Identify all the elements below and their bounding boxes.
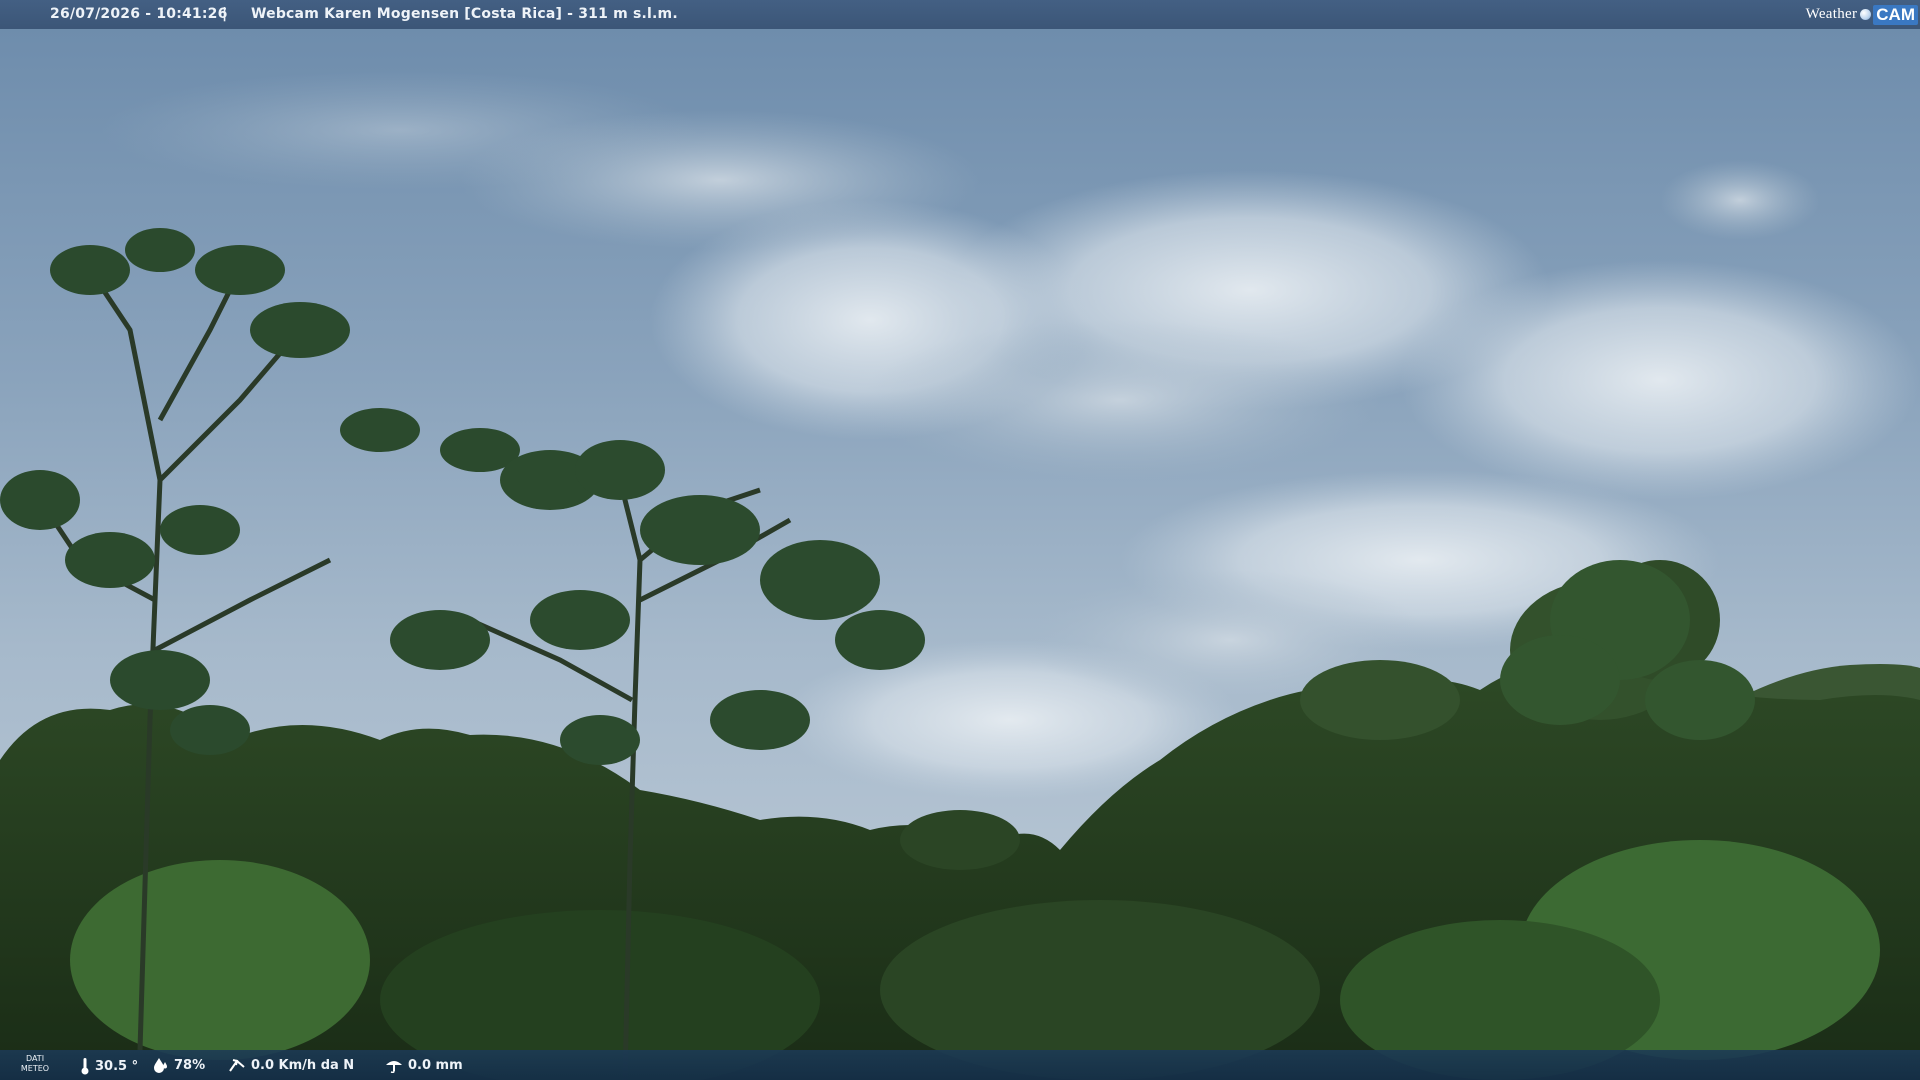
logo-word: Weather [1805,6,1858,22]
weathercam-logo[interactable]: Weather CAM [1806,2,1918,27]
webcam-image [0,0,1920,1080]
humidity-readout: 78% [153,1057,205,1073]
logo-globe-icon [1860,9,1872,20]
humidity-value: 78% [174,1057,206,1073]
rain-value: 0.0 mm [408,1057,463,1073]
timestamp: 26/07/2026 - 10:41:26 [50,6,228,22]
meteo-label: DATI METEO [20,1054,50,1073]
thermometer-icon [81,1058,89,1075]
camera-title: Webcam Karen Mogensen [Costa Rica] - 311… [251,6,678,22]
temperature-value: 30.5 ° [95,1058,139,1074]
header-separator: | [222,6,228,22]
header-bar: 26/07/2026 - 10:41:26 | Webcam Karen Mog… [0,0,1920,29]
logo-suffix: CAM [1873,4,1918,25]
rain-readout: 0.0 mm [385,1057,463,1073]
wind-readout: 0.0 Km/h da N [228,1057,354,1073]
wind-icon [229,1059,245,1072]
rain-gauge-icon [386,1061,402,1073]
humidity-drop-icon [154,1058,167,1073]
temperature-readout: 30.5 ° [80,1057,138,1075]
meteo-bar: DATI METEO 30.5 ° 78% 0.0 Km/h da N 0.0 … [0,1050,1920,1080]
wind-value: 0.0 Km/h da N [251,1057,355,1073]
